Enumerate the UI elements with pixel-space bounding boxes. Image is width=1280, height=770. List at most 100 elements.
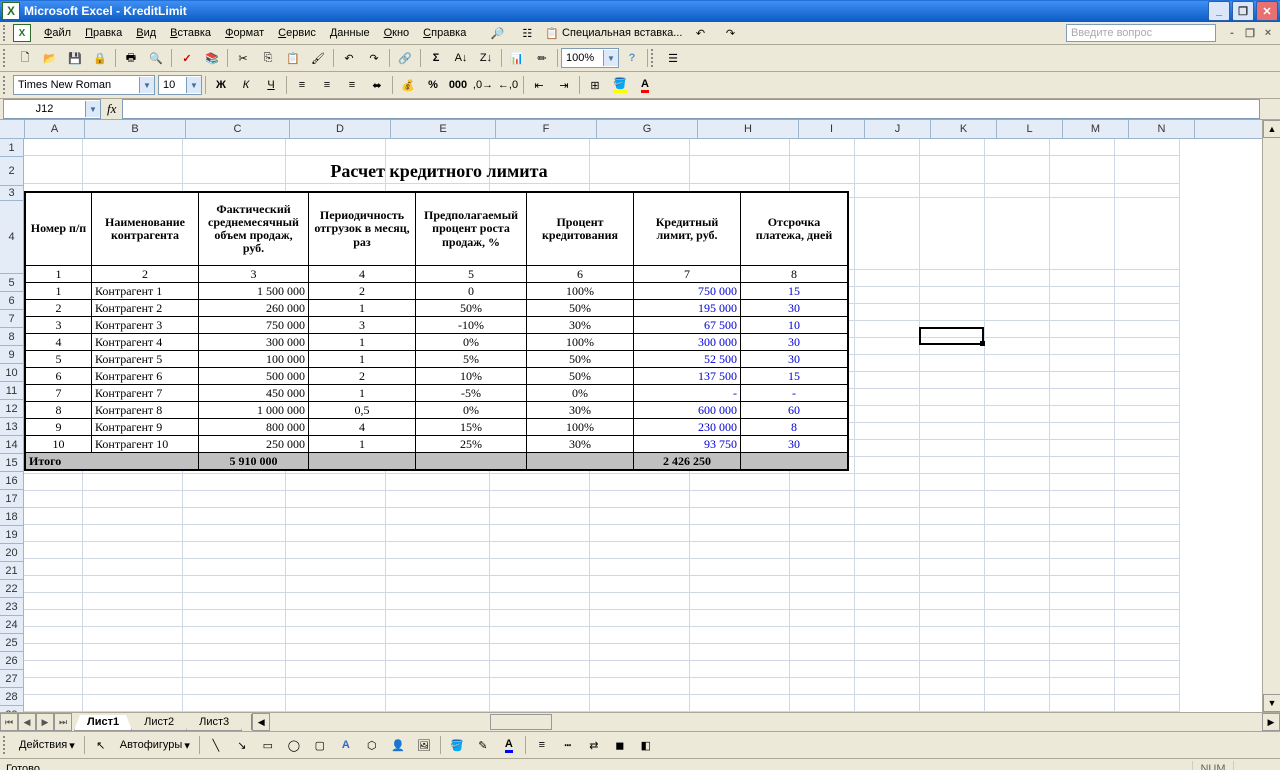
- fx-icon[interactable]: fx: [107, 101, 116, 117]
- rect-button[interactable]: ▭: [256, 733, 280, 757]
- sort-asc-button[interactable]: A↓: [449, 46, 473, 70]
- undo-button[interactable]: ↶: [337, 46, 361, 70]
- cell[interactable]: [590, 610, 690, 627]
- cell[interactable]: [920, 304, 985, 321]
- copy-button[interactable]: ⎘: [256, 46, 280, 70]
- cell[interactable]: [83, 542, 183, 559]
- row-header-27[interactable]: 27: [0, 670, 24, 688]
- cell[interactable]: [985, 525, 1050, 542]
- shadow-button[interactable]: ◼: [608, 733, 632, 757]
- cell[interactable]: [490, 139, 590, 156]
- cell[interactable]: [920, 156, 985, 184]
- cell[interactable]: [690, 508, 790, 525]
- cell[interactable]: [24, 576, 83, 593]
- cell[interactable]: [286, 593, 386, 610]
- cell[interactable]: [855, 661, 920, 678]
- cell[interactable]: [286, 542, 386, 559]
- cell[interactable]: [920, 139, 985, 156]
- cell[interactable]: [490, 678, 590, 695]
- cell[interactable]: [590, 559, 690, 576]
- cell[interactable]: [855, 287, 920, 304]
- fontsize-combo[interactable]: 10▼: [158, 75, 202, 95]
- cell[interactable]: [855, 695, 920, 712]
- cell[interactable]: [1050, 457, 1115, 474]
- cell[interactable]: [490, 627, 590, 644]
- cell[interactable]: [690, 139, 790, 156]
- cell[interactable]: [24, 542, 83, 559]
- cell[interactable]: [985, 338, 1050, 355]
- cell[interactable]: [590, 491, 690, 508]
- cell[interactable]: [386, 678, 490, 695]
- 3d-button[interactable]: ◧: [634, 733, 658, 757]
- cell[interactable]: [83, 644, 183, 661]
- cell[interactable]: [790, 474, 855, 491]
- comma-button[interactable]: 000: [446, 73, 470, 97]
- cell[interactable]: [1050, 406, 1115, 423]
- cell[interactable]: [1115, 610, 1180, 627]
- cell[interactable]: [24, 644, 83, 661]
- col-header-L[interactable]: L: [997, 120, 1063, 138]
- cell[interactable]: [920, 372, 985, 389]
- cell[interactable]: [83, 576, 183, 593]
- cell[interactable]: [855, 355, 920, 372]
- cell[interactable]: [690, 610, 790, 627]
- textbox-button[interactable]: ▢: [308, 733, 332, 757]
- cell[interactable]: [183, 508, 286, 525]
- cell[interactable]: [790, 610, 855, 627]
- cell[interactable]: [1050, 321, 1115, 338]
- autosum-button[interactable]: Σ: [424, 46, 448, 70]
- cell[interactable]: [855, 423, 920, 440]
- line-button[interactable]: ╲: [204, 733, 228, 757]
- cell[interactable]: [286, 644, 386, 661]
- cell[interactable]: [790, 661, 855, 678]
- row-header-18[interactable]: 18: [0, 508, 24, 526]
- fontcolor-draw-button[interactable]: A: [497, 733, 521, 757]
- menu-Вид[interactable]: Вид: [129, 25, 163, 41]
- cell[interactable]: [386, 593, 490, 610]
- save-button[interactable]: 💾: [63, 46, 87, 70]
- cell[interactable]: [690, 593, 790, 610]
- close-button[interactable]: ✕: [1256, 1, 1278, 21]
- cell[interactable]: [1115, 542, 1180, 559]
- cell[interactable]: [1115, 139, 1180, 156]
- underline-button[interactable]: Ч: [259, 73, 283, 97]
- cell[interactable]: [386, 576, 490, 593]
- cell[interactable]: [1115, 406, 1180, 423]
- cell[interactable]: [1050, 678, 1115, 695]
- cell[interactable]: [590, 576, 690, 593]
- align-left-button[interactable]: ≡: [290, 73, 314, 97]
- inc-decimal-button[interactable]: ,0→: [471, 73, 495, 97]
- formula-bar[interactable]: [122, 99, 1260, 119]
- cell[interactable]: [1115, 372, 1180, 389]
- row-header-24[interactable]: 24: [0, 616, 24, 634]
- cell[interactable]: [83, 491, 183, 508]
- cell[interactable]: [855, 139, 920, 156]
- cell[interactable]: [1050, 389, 1115, 406]
- cell[interactable]: [985, 627, 1050, 644]
- cell[interactable]: [1050, 423, 1115, 440]
- wordart-button[interactable]: A: [334, 733, 358, 757]
- cell[interactable]: [24, 610, 83, 627]
- cell[interactable]: [690, 491, 790, 508]
- cell[interactable]: [1050, 508, 1115, 525]
- cell[interactable]: [24, 559, 83, 576]
- cell[interactable]: [83, 627, 183, 644]
- cell[interactable]: [920, 184, 985, 198]
- cell[interactable]: [985, 423, 1050, 440]
- cell[interactable]: [690, 559, 790, 576]
- cell[interactable]: [855, 542, 920, 559]
- cell[interactable]: [920, 491, 985, 508]
- cell[interactable]: [855, 627, 920, 644]
- preview-button[interactable]: 🔍: [144, 46, 168, 70]
- dec-indent-button[interactable]: ⇤: [527, 73, 551, 97]
- cell[interactable]: [855, 576, 920, 593]
- cell[interactable]: [855, 372, 920, 389]
- cell[interactable]: [590, 525, 690, 542]
- cell[interactable]: [790, 139, 855, 156]
- cell[interactable]: [920, 661, 985, 678]
- cell[interactable]: [920, 627, 985, 644]
- cell[interactable]: [83, 593, 183, 610]
- cell[interactable]: [1115, 423, 1180, 440]
- cell[interactable]: [920, 610, 985, 627]
- cell[interactable]: [490, 525, 590, 542]
